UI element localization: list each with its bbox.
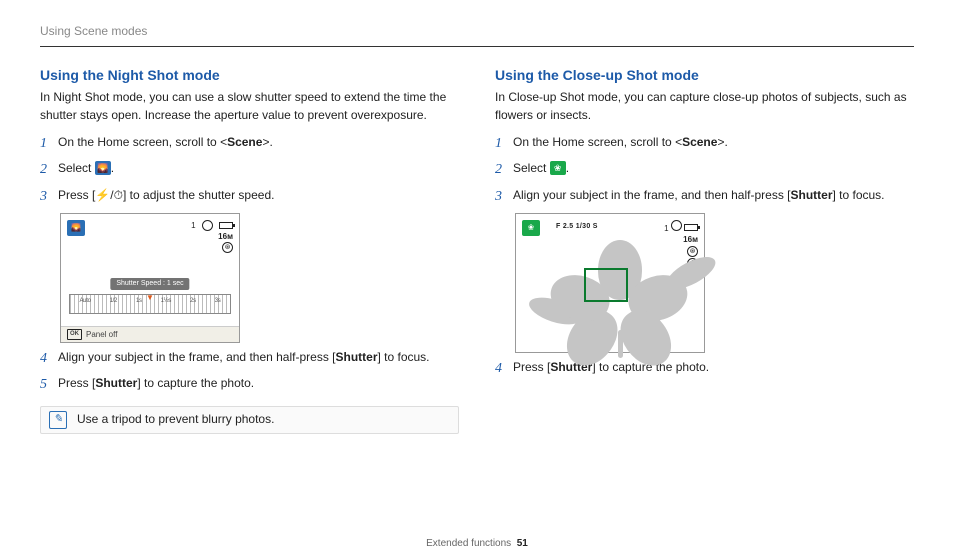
text: Press [ [513,360,550,374]
night-shot-steps-cont: 4 Align your subject in the frame, and t… [40,349,459,396]
shot-count: 1 [664,224,668,233]
step-number: 3 [40,187,58,207]
step-text: Align your subject in the frame, and the… [513,187,885,204]
resolution-label: 16ᴍ [218,231,233,242]
text: Select [513,161,550,175]
step-row: 5 Press [Shutter] to capture the photo. [40,375,459,395]
note-text: Use a tripod to prevent blurry photos. [77,411,274,428]
shutter-label: Shutter [335,350,377,364]
step-row: 3 Press [⚡/⏱] to adjust the shutter spee… [40,187,459,207]
text: ] to focus. [377,350,429,364]
text: Select [58,161,95,175]
closeup-title: Using the Close-up Shot mode [495,65,914,85]
tick: Auto [79,297,90,306]
exposure-label: F 2.5 1/30 S [556,222,598,232]
scene-label: Scene [682,135,717,149]
shutter-ruler: ▼ Auto 1/2 1s 1½s 2s 3s [69,294,231,314]
scene-label: Scene [227,135,262,149]
closeup-steps-cont: 4 Press [Shutter] to capture the photo. [495,359,914,379]
step-row: 4 Press [Shutter] to capture the photo. [495,359,914,379]
resolution-label: 16ᴍ [683,235,698,244]
step-text: Select 🌄. [58,160,114,177]
step-row: 2 Select ❀. [495,160,914,180]
step-row: 3 Align your subject in the frame, and t… [495,187,914,207]
text: ] to adjust the shutter speed. [123,188,274,202]
step-text: Align your subject in the frame, and the… [58,349,430,366]
breadcrumb: Using Scene modes [40,24,914,44]
night-shot-steps: 1 On the Home screen, scroll to <Scene>.… [40,134,459,207]
shutter-label: Shutter [95,376,137,390]
lcd-mode-icon: ❀ [522,220,540,236]
right-column: Using the Close-up Shot mode In Close-up… [495,65,914,434]
text: ] to focus. [832,188,884,202]
lcd-bottom-bar: OK Panel off [61,326,239,342]
step-text: On the Home screen, scroll to <Scene>. [513,134,728,151]
battery-icon [684,224,698,231]
timer-icon: ⏱ [114,188,123,202]
text: ] to capture the photo. [137,376,254,390]
focus-box [584,268,628,302]
header-divider [40,46,914,47]
lcd-status-icons: 1 16ᴍ ⊛ [191,220,233,253]
step-number: 2 [40,160,58,180]
circle-icon [671,220,682,231]
shot-count: 1 [191,220,195,231]
left-column: Using the Night Shot mode In Night Shot … [40,65,459,434]
step-number: 1 [40,134,58,154]
footer-section: Extended functions [426,538,511,549]
tick: 1½s [161,297,171,306]
tick: 1/2 [110,297,117,306]
shutter-speed-label: Shutter Speed : 1 sec [110,278,189,290]
shutter-label: Shutter [790,188,832,202]
night-shot-title: Using the Night Shot mode [40,65,459,85]
text: On the Home screen, scroll to < [513,135,682,149]
closeup-mode-icon: ❀ [550,161,566,175]
step-text: Press [Shutter] to capture the photo. [58,375,254,392]
night-shot-lcd: 🌄 1 16ᴍ ⊛ Shutter Speed : 1 sec ▼ Auto 1… [60,213,240,343]
flash-mode-icon: ⊛ [222,242,233,253]
step-text: Press [Shutter] to capture the photo. [513,359,709,376]
text: Press [ [58,376,95,390]
closeup-intro: In Close-up Shot mode, you can capture c… [495,89,914,124]
text: . [566,161,569,175]
closeup-lcd: ❀ F 2.5 1/30 S 1 16ᴍ ⊛ ❀ [515,213,705,353]
step-row: 1 On the Home screen, scroll to <Scene>. [40,134,459,154]
panel-off-label: Panel off [86,329,117,341]
text: On the Home screen, scroll to < [58,135,227,149]
text: Press [ [58,188,95,202]
step-text: Select ❀. [513,160,569,177]
ok-button-icon: OK [67,329,82,340]
tick: 2s [190,297,196,306]
night-shot-intro: In Night Shot mode, you can use a slow s… [40,89,459,124]
circle-icon [202,220,213,231]
step-text: On the Home screen, scroll to <Scene>. [58,134,273,151]
text: >. [717,135,727,149]
page-footer: Extended functions 51 [0,538,954,549]
tripod-note: ✎ Use a tripod to prevent blurry photos. [40,406,459,434]
closeup-steps: 1 On the Home screen, scroll to <Scene>.… [495,134,914,207]
text: . [111,161,114,175]
text: Align your subject in the frame, and the… [513,188,790,202]
step-number: 3 [495,187,513,207]
step-number: 2 [495,160,513,180]
flash-icon: ⚡ [95,188,110,202]
step-number: 1 [495,134,513,154]
step-number: 4 [495,359,513,379]
text: Align your subject in the frame, and the… [58,350,335,364]
step-number: 5 [40,375,58,395]
tick: 1s [136,297,142,306]
content-columns: Using the Night Shot mode In Night Shot … [40,65,914,434]
step-number: 4 [40,349,58,369]
page-number: 51 [517,538,528,549]
step-text: Press [⚡/⏱] to adjust the shutter speed. [58,187,274,204]
tick: 3s [215,297,221,306]
step-row: 1 On the Home screen, scroll to <Scene>. [495,134,914,154]
note-icon: ✎ [49,411,67,429]
lcd-mode-icon: 🌄 [67,220,85,236]
battery-icon [219,222,233,229]
night-mode-icon: 🌄 [95,161,111,175]
text: >. [262,135,272,149]
step-row: 2 Select 🌄. [40,160,459,180]
step-row: 4 Align your subject in the frame, and t… [40,349,459,369]
